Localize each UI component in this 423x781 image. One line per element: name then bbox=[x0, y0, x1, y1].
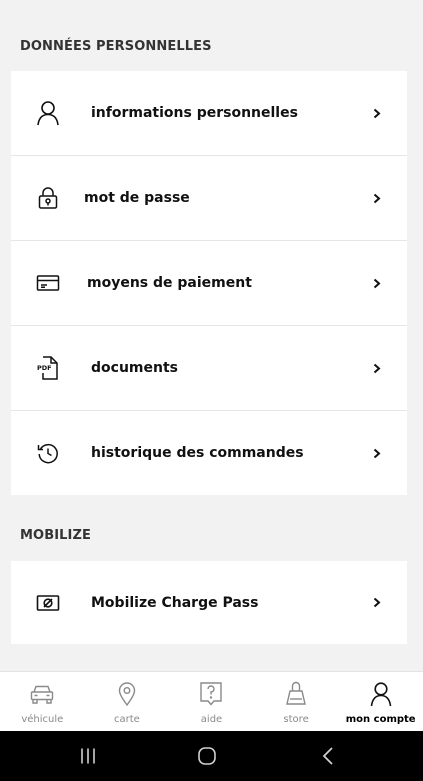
charge-pass-icon bbox=[35, 590, 61, 616]
chevron-right-icon bbox=[371, 277, 383, 289]
row-documents[interactable]: PDF documents bbox=[11, 326, 407, 411]
lock-icon bbox=[35, 185, 61, 211]
row-label: Mobilize Charge Pass bbox=[91, 594, 259, 611]
tab-vehicle[interactable]: véhicule bbox=[0, 672, 85, 732]
tab-store[interactable]: store bbox=[254, 672, 339, 732]
row-order-history[interactable]: historique des commandes bbox=[11, 411, 407, 495]
shopping-bag-icon bbox=[283, 681, 309, 707]
bottom-tab-bar: véhicule carte aide store mon compte bbox=[0, 671, 423, 732]
row-label: moyens de paiement bbox=[87, 275, 252, 291]
tab-label: carte bbox=[113, 714, 140, 725]
tab-map[interactable]: carte bbox=[85, 672, 170, 732]
system-nav-bar bbox=[0, 731, 423, 781]
home-icon[interactable] bbox=[195, 744, 219, 768]
row-password[interactable]: mot de passe bbox=[11, 156, 407, 241]
help-icon bbox=[198, 681, 224, 707]
back-icon[interactable] bbox=[316, 744, 340, 768]
row-label: historique des commandes bbox=[91, 445, 304, 461]
tab-label: mon compte bbox=[345, 714, 416, 725]
user-icon bbox=[368, 681, 394, 707]
mobilize-card: Mobilize Charge Pass bbox=[11, 561, 407, 644]
row-mobilize-charge-pass[interactable]: Mobilize Charge Pass bbox=[11, 561, 407, 644]
chevron-right-icon bbox=[371, 597, 383, 609]
recent-apps-icon[interactable] bbox=[76, 744, 100, 768]
row-label: mot de passe bbox=[84, 190, 190, 206]
svg-text:PDF: PDF bbox=[37, 364, 52, 372]
chevron-right-icon bbox=[371, 362, 383, 374]
tab-help[interactable]: aide bbox=[169, 672, 254, 732]
pdf-document-icon: PDF bbox=[35, 355, 61, 381]
user-icon bbox=[35, 100, 61, 126]
map-pin-icon bbox=[114, 681, 140, 707]
tab-label: store bbox=[283, 714, 309, 725]
row-label: informations personnelles bbox=[91, 105, 298, 121]
personal-data-card: informations personnelles mot de passe m… bbox=[11, 71, 407, 495]
tab-label: aide bbox=[200, 714, 223, 725]
chevron-right-icon bbox=[371, 107, 383, 119]
row-payment-methods[interactable]: moyens de paiement bbox=[11, 241, 407, 326]
tab-my-account[interactable]: mon compte bbox=[338, 672, 423, 732]
history-icon bbox=[35, 440, 61, 466]
chevron-right-icon bbox=[371, 447, 383, 459]
row-label: documents bbox=[91, 360, 178, 376]
section-title-personal-data: DONNÉES PERSONNELLES bbox=[20, 39, 212, 54]
section-title-mobilize: MOBILIZE bbox=[20, 528, 91, 543]
tab-label: véhicule bbox=[21, 714, 64, 725]
credit-card-icon bbox=[35, 270, 61, 296]
row-personal-information[interactable]: informations personnelles bbox=[11, 71, 407, 156]
car-icon bbox=[29, 681, 55, 707]
chevron-right-icon bbox=[371, 192, 383, 204]
